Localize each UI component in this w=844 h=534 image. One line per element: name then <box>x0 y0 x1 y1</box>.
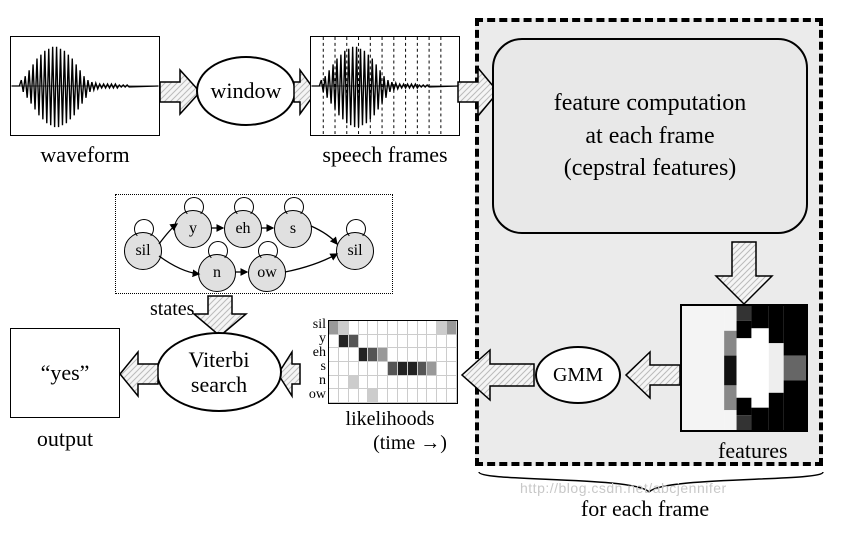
per-frame-brace <box>475 468 827 498</box>
feature-line3: (cepstral features) <box>554 152 747 184</box>
state-transitions <box>115 194 393 294</box>
likelihoods-caption: likelihoods <box>300 408 480 431</box>
viterbi-node: Viterbi search <box>156 332 282 412</box>
features-spectrogram <box>682 306 806 430</box>
feature-computation-box: feature computation at each frame (cepst… <box>492 38 808 234</box>
window-label: window <box>211 78 282 104</box>
arrow-feature-to-features <box>716 242 772 304</box>
viterbi-line1: Viterbi <box>189 347 250 372</box>
likelihoods-box <box>328 320 458 404</box>
output-label: output <box>10 426 120 452</box>
output-box: “yes” <box>10 328 120 418</box>
waveform-label: waveform <box>10 142 160 168</box>
arrow-states-to-viterbi <box>194 296 246 336</box>
likelihoods-time-caption: (time →) <box>320 432 500 455</box>
gmm-label: GMM <box>553 364 603 387</box>
arrow-viterbi-to-output <box>120 352 158 396</box>
per-frame-label: for each frame <box>470 496 820 522</box>
speech-frames-plot <box>311 37 459 135</box>
speech-frames-label: speech frames <box>300 142 470 168</box>
window-node: window <box>196 56 296 126</box>
arrow-waveform-to-window <box>160 70 200 114</box>
features-box <box>680 304 808 432</box>
likelihoods-grid <box>329 321 457 403</box>
likelihoods-row-labels: sil y eh s n ow <box>296 318 326 402</box>
speech-frames-box <box>310 36 460 136</box>
output-value: “yes” <box>41 360 90 386</box>
viterbi-line2: search <box>191 372 247 397</box>
arrow-gmm-to-likelihoods <box>462 350 534 400</box>
gmm-node: GMM <box>535 346 621 404</box>
feature-line2: at each frame <box>554 120 747 152</box>
feature-line1: feature computation <box>554 87 747 119</box>
diagram-canvas: waveform window speech frames <box>0 0 844 534</box>
features-label: features <box>718 438 828 464</box>
waveform-plot <box>11 37 159 135</box>
arrow-features-to-gmm <box>626 352 680 398</box>
waveform-box <box>10 36 160 136</box>
